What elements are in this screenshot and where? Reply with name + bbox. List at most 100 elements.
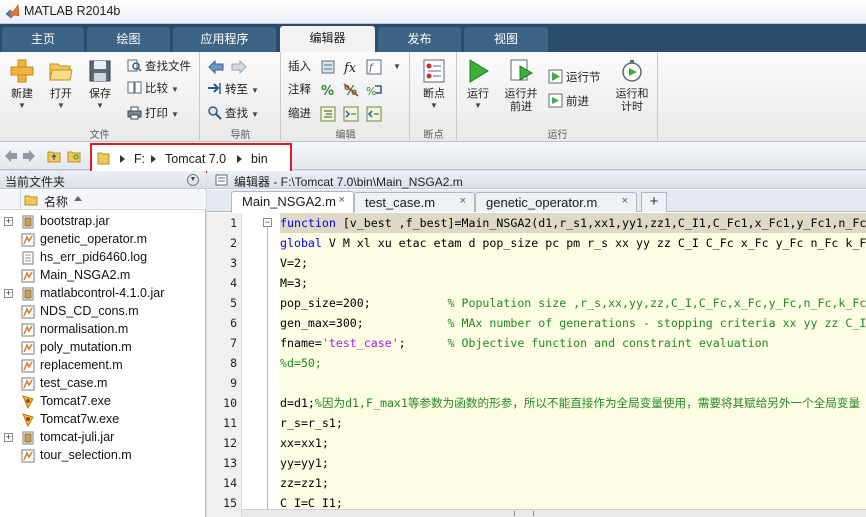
close-icon[interactable]: ×: [460, 195, 466, 207]
save-button[interactable]: 保存 ▼: [82, 58, 118, 110]
tab-apps[interactable]: 应用程序: [173, 27, 276, 52]
chevron-down-icon: ▼: [96, 101, 104, 110]
run-time-label: 运行和 计时: [615, 88, 649, 113]
breadcrumb-tomcat[interactable]: Tomcat 7.0: [165, 152, 226, 166]
tab-plots[interactable]: 绘图: [87, 27, 170, 52]
file-list-item[interactable]: poly_mutation.m: [0, 339, 206, 357]
tab-editor[interactable]: 编辑器: [280, 26, 375, 52]
comment-label: 注释: [288, 84, 311, 96]
insert-button[interactable]: 插入: [288, 58, 311, 76]
indent-button[interactable]: 缩进: [288, 105, 311, 123]
browse-folder-icon[interactable]: [67, 149, 81, 163]
file-list-item[interactable]: tour_selection.m: [0, 447, 206, 465]
run-section-button[interactable]: 运行节: [548, 69, 601, 87]
up-folder-icon[interactable]: [47, 149, 61, 163]
file-list-item[interactable]: replacement.m: [0, 357, 206, 375]
print-button[interactable]: 打印 ▼: [127, 105, 179, 123]
percent-comment-icon[interactable]: %: [319, 81, 337, 99]
forward-arrow-icon[interactable]: [230, 58, 248, 76]
save-label: 保存: [89, 88, 111, 100]
file-list-item[interactable]: + bootstrap.jar: [0, 213, 206, 231]
breadcrumb-drive[interactable]: F:: [134, 152, 145, 166]
code-line: global V M xl xu etac etam d pop_size pc…: [280, 236, 866, 250]
increase-indent-icon[interactable]: [342, 105, 360, 123]
function-fx-icon[interactable]: fx: [342, 58, 360, 76]
code-line: r_s=r_s1;: [280, 416, 343, 430]
uncomment-icon[interactable]: %: [342, 81, 360, 99]
fold-collapse-icon[interactable]: −: [263, 218, 272, 227]
chevron-down-icon: ▼: [251, 86, 259, 95]
run-group: 运行 ▼ 运行并 前进 运行节 前进 运行和 计时 运行: [458, 52, 658, 142]
close-icon[interactable]: ×: [339, 194, 345, 206]
insert-function-icon[interactable]: f: [365, 58, 383, 76]
ribbon-tab-bar: 主页 绘图 应用程序 编辑器 发布 视图: [0, 24, 866, 52]
advance-button[interactable]: 前进: [548, 93, 589, 111]
ribbon-toolstrip: 新建 ▼ 打开 ▼ 保存 ▼ 查找文件 比较 ▼ 打印 ▼ 文件 转至 ▼ 查找…: [0, 52, 866, 142]
expand-icon[interactable]: +: [4, 433, 13, 442]
log-file-icon: [21, 251, 35, 265]
line-number: 3: [230, 256, 237, 270]
back-arrow-icon[interactable]: [207, 58, 225, 76]
editor-header: 编辑器 - F:\Tomcat 7.0\bin\Main_NSGA2.m: [207, 171, 866, 189]
editor-tab-genetic-operator[interactable]: genetic_operator.m ×: [475, 192, 637, 212]
comment-button[interactable]: 注释: [288, 81, 311, 99]
file-list-item[interactable]: genetic_operator.m: [0, 231, 206, 249]
new-tab-button[interactable]: +: [641, 192, 667, 212]
compare-label: 比较: [145, 83, 168, 95]
file-list-item[interactable]: Tomcat7w.exe: [0, 411, 206, 429]
file-list-item[interactable]: Tomcat7.exe: [0, 393, 206, 411]
panel-menu-icon[interactable]: ▼: [187, 174, 199, 186]
file-name: matlabcontrol-4.1.0.jar: [40, 286, 165, 300]
svg-text:%: %: [321, 84, 334, 99]
breakpoints-label: 断点: [423, 88, 445, 100]
file-list-item[interactable]: + matlabcontrol-4.1.0.jar: [0, 285, 206, 303]
file-list-item[interactable]: test_case.m: [0, 375, 206, 393]
tab-label: 绘图: [116, 32, 141, 46]
open-button[interactable]: 打开 ▼: [43, 58, 79, 110]
scroll-grip[interactable]: [514, 511, 534, 516]
file-list-item[interactable]: hs_err_pid6460.log: [0, 249, 206, 267]
file-list-item[interactable]: Main_NSGA2.m: [0, 267, 206, 285]
line-number: 13: [223, 456, 237, 470]
forward-icon[interactable]: [22, 149, 36, 163]
editor-tab-test-case[interactable]: test_case.m ×: [354, 192, 475, 212]
chevron-down-icon[interactable]: ▼: [393, 62, 401, 71]
file-list-item[interactable]: + tomcat-juli.jar: [0, 429, 206, 447]
code-editor-text[interactable]: function [v_best ,f_best]=Main_NSGA2(d1,…: [280, 213, 866, 517]
compare-icon: [127, 81, 142, 94]
file-list-item[interactable]: normalisation.m: [0, 321, 206, 339]
breakpoints-button[interactable]: 断点 ▼: [416, 58, 452, 110]
expand-icon[interactable]: +: [4, 289, 13, 298]
compare-button[interactable]: 比较 ▼: [127, 80, 179, 98]
breadcrumb-bin[interactable]: bin: [251, 152, 268, 166]
file-group: 新建 ▼ 打开 ▼ 保存 ▼ 查找文件 比较 ▼ 打印 ▼ 文件: [0, 52, 200, 142]
name-column-header[interactable]: 名称: [44, 193, 68, 210]
editor-tab-main-nsga2[interactable]: Main_NSGA2.m ×: [231, 191, 354, 213]
file-name: Main_NSGA2.m: [40, 268, 131, 282]
tab-home[interactable]: 主页: [2, 27, 84, 52]
back-icon[interactable]: [4, 149, 18, 163]
tab-publish[interactable]: 发布: [378, 27, 461, 52]
title-bar: MATLAB R2014b: [0, 0, 866, 24]
find-button[interactable]: 查找 ▼: [207, 105, 259, 123]
expand-icon[interactable]: +: [4, 217, 13, 226]
run-button[interactable]: 运行 ▼: [460, 58, 496, 110]
current-path-breadcrumb[interactable]: F: Tomcat 7.0 bin: [90, 143, 292, 173]
horizontal-scrollbar[interactable]: [242, 509, 866, 517]
run-and-advance-button[interactable]: 运行并 前进: [501, 58, 541, 114]
goto-button[interactable]: 转至 ▼: [207, 81, 259, 99]
find-files-button[interactable]: 查找文件: [127, 58, 191, 76]
smart-indent-icon[interactable]: [319, 105, 337, 123]
matlab-file-icon: [21, 377, 35, 391]
insert-block-icon[interactable]: [319, 58, 337, 76]
wrap-comments-icon[interactable]: %: [365, 81, 383, 99]
run-and-time-button[interactable]: 运行和 计时: [612, 58, 652, 114]
file-list-item[interactable]: NDS_CD_cons.m: [0, 303, 206, 321]
stopwatch-icon: [622, 60, 642, 82]
tab-view[interactable]: 视图: [464, 27, 548, 52]
new-button[interactable]: 新建 ▼: [4, 58, 40, 110]
close-icon[interactable]: ×: [622, 195, 628, 207]
line-number: 8: [230, 356, 237, 370]
decrease-indent-icon[interactable]: [365, 105, 383, 123]
